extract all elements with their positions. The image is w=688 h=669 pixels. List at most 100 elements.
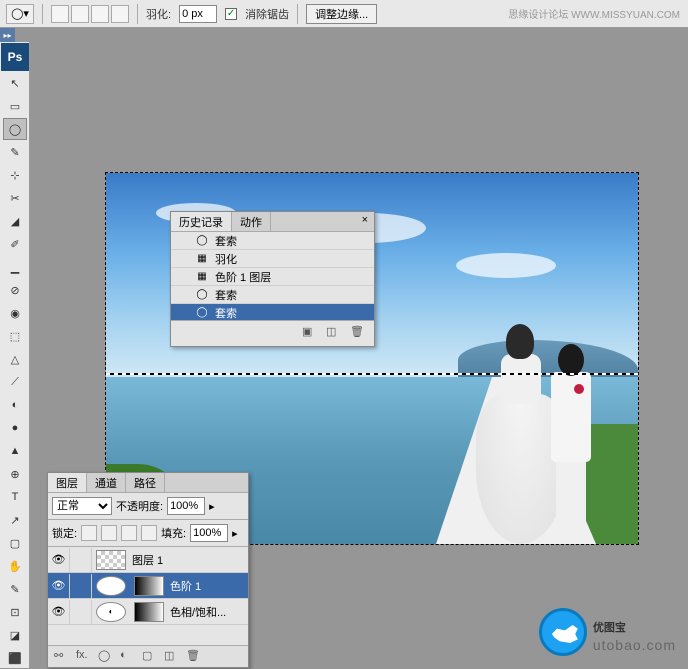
visibility-toggle-icon[interactable]: 👁: [48, 548, 70, 572]
expand-panels-button[interactable]: ▸▸: [0, 28, 15, 42]
history-list: ◯套索▦羽化▦色阶 1 图层◯套索◯套索: [171, 232, 374, 320]
antialias-label: 消除锯齿: [245, 6, 289, 22]
antialias-checkbox[interactable]: [225, 8, 237, 20]
layer-style-icon[interactable]: fx.: [76, 649, 92, 665]
fill-input[interactable]: [190, 524, 228, 542]
blend-mode-select[interactable]: 正常: [52, 497, 112, 515]
layer-name-label[interactable]: 色阶 1: [168, 578, 248, 594]
link-column[interactable]: [70, 600, 92, 624]
tool-button[interactable]: ▭: [3, 95, 27, 117]
history-step-icon: ◯: [195, 234, 209, 248]
tab-channels[interactable]: 通道: [87, 473, 126, 492]
history-panel-tabs: 历史记录 动作 ×: [171, 212, 374, 232]
refine-edge-button[interactable]: 调整边缘...: [306, 4, 377, 24]
adjustment-layer-icon[interactable]: ◐: [120, 649, 136, 665]
lock-position-button[interactable]: [121, 525, 137, 541]
lock-transparency-button[interactable]: [81, 525, 97, 541]
layers-list: 👁 图层 1 👁 ◐ 色阶 1 👁 ◐ 色相/饱和...: [48, 547, 248, 625]
history-item-label: 羽化: [215, 251, 237, 267]
lock-pixels-button[interactable]: [101, 525, 117, 541]
tool-button[interactable]: T: [3, 486, 27, 508]
link-column[interactable]: [70, 574, 92, 598]
fill-arrow-icon[interactable]: ▸: [232, 527, 238, 540]
image-cloud: [456, 253, 556, 278]
tool-button[interactable]: ⬛: [3, 647, 27, 669]
trash-icon[interactable]: 🗑: [350, 325, 366, 341]
history-panel-footer: ▣ ◫ 🗑: [171, 320, 374, 344]
history-item-label: 套索: [215, 305, 237, 321]
tool-button[interactable]: ✂: [3, 187, 27, 209]
history-step-icon: ▦: [195, 252, 209, 266]
visibility-toggle-icon[interactable]: 👁: [48, 600, 70, 624]
tool-button[interactable]: ▢: [3, 532, 27, 554]
tab-history[interactable]: 历史记录: [171, 212, 232, 231]
tool-button[interactable]: ⊹: [3, 164, 27, 186]
layer-name-label[interactable]: 色相/饱和...: [168, 604, 248, 620]
layers-panel: 图层 通道 路径 正常 不透明度: ▸ 锁定: 填充: ▸ 👁图层 1👁◐色阶 …: [47, 472, 249, 668]
selection-add-button[interactable]: [71, 5, 89, 23]
layer-blend-controls: 正常 不透明度: ▸: [48, 493, 248, 520]
link-column[interactable]: [70, 548, 92, 572]
layer-name-label[interactable]: 图层 1: [130, 552, 248, 568]
opacity-arrow-icon[interactable]: ▸: [209, 500, 215, 513]
tool-button[interactable]: ◢: [3, 210, 27, 232]
history-item[interactable]: ▦ 羽化: [171, 250, 374, 268]
history-item[interactable]: ▦色阶 1 图层: [171, 268, 374, 286]
tool-button[interactable]: △: [3, 348, 27, 370]
history-item-label: 套索: [215, 233, 237, 249]
lock-all-button[interactable]: [141, 525, 157, 541]
tool-button[interactable]: ◐: [3, 394, 27, 416]
tool-button[interactable]: ⊕: [3, 463, 27, 485]
tab-actions[interactable]: 动作: [232, 212, 271, 231]
layer-item[interactable]: 👁 图层 1: [48, 547, 248, 573]
new-document-icon[interactable]: ◫: [326, 325, 342, 341]
tool-button[interactable]: ⊡: [3, 601, 27, 623]
layer-item[interactable]: 👁 ◐ 色相/饱和...: [48, 599, 248, 625]
layers-panel-footer: ⚯ fx. ◯ ◐ ▢ ◫ 🗑: [48, 645, 248, 667]
layer-thumbnail[interactable]: [96, 550, 126, 570]
history-item[interactable]: ◯ 套索: [171, 232, 374, 250]
tool-button[interactable]: ✎: [3, 141, 27, 163]
tab-layers[interactable]: 图层: [48, 473, 87, 492]
history-item[interactable]: ◯套索: [171, 286, 374, 304]
selection-new-button[interactable]: [51, 5, 69, 23]
tool-button[interactable]: ⬚: [3, 325, 27, 347]
tool-button[interactable]: ✎: [3, 578, 27, 600]
snapshot-icon[interactable]: ▣: [302, 325, 318, 341]
panel-close-button[interactable]: ×: [356, 212, 374, 231]
layer-mask-thumbnail[interactable]: [134, 602, 164, 622]
tool-preset-dropdown[interactable]: ◯▾: [6, 4, 34, 24]
tool-button[interactable]: ⊘: [3, 279, 27, 301]
layer-thumbnail[interactable]: ◐: [96, 576, 126, 596]
feather-input[interactable]: [179, 5, 217, 23]
watermark-top: 思缘设计论坛 WWW.MISSYUAN.COM: [508, 6, 680, 21]
tool-button[interactable]: ✐: [3, 233, 27, 255]
tool-button[interactable]: ↖: [3, 72, 27, 94]
tool-button[interactable]: ◪: [3, 624, 27, 646]
selection-mode-buttons: [51, 5, 129, 23]
selection-intersect-button[interactable]: [111, 5, 129, 23]
tool-button[interactable]: ▲: [3, 440, 27, 462]
history-panel: 历史记录 动作 × ◯套索▦羽化▦色阶 1 图层◯套索◯套索 ▣ ◫ 🗑: [170, 211, 375, 347]
new-layer-icon[interactable]: ◫: [164, 649, 180, 665]
opacity-input[interactable]: [167, 497, 205, 515]
history-item[interactable]: ◯套索: [171, 304, 374, 320]
layer-mask-thumbnail[interactable]: [134, 576, 164, 596]
tool-button[interactable]: ✋: [3, 555, 27, 577]
tool-button[interactable]: ↗: [3, 509, 27, 531]
tool-button[interactable]: ●: [3, 417, 27, 439]
layer-item[interactable]: 👁 ◐ 色阶 1: [48, 573, 248, 599]
link-layers-icon[interactable]: ⚯: [54, 649, 70, 665]
layer-mask-icon[interactable]: ◯: [98, 649, 114, 665]
visibility-toggle-icon[interactable]: 👁: [48, 574, 70, 598]
layer-group-icon[interactable]: ▢: [142, 649, 158, 665]
delete-layer-icon[interactable]: 🗑: [186, 649, 202, 665]
tool-button[interactable]: ⟋: [3, 371, 27, 393]
tool-button[interactable]: ◯: [3, 118, 27, 140]
tool-button[interactable]: ◉: [3, 302, 27, 324]
tab-paths[interactable]: 路径: [126, 473, 165, 492]
layer-thumbnail[interactable]: ◐: [96, 602, 126, 622]
tool-button[interactable]: ▁: [3, 256, 27, 278]
selection-subtract-button[interactable]: [91, 5, 109, 23]
tools-sidebar: Ps ↖▭◯✎⊹✂◢✐▁⊘◉⬚△⟋◐●▲⊕T↗▢✋✎⊡◪⬛: [0, 42, 30, 668]
